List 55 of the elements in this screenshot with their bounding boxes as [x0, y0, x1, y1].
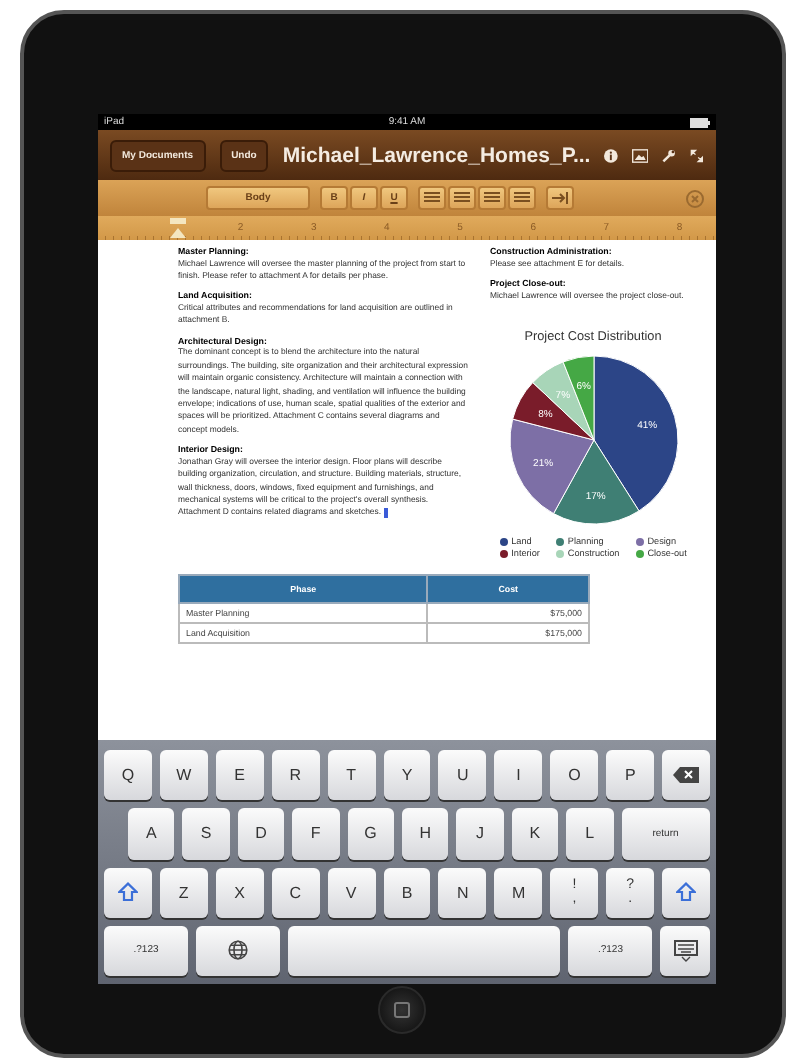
key[interactable]: A [128, 808, 175, 859]
shift-arrow-icon [676, 882, 697, 903]
key[interactable]: Y [383, 750, 431, 801]
globe-key[interactable] [196, 925, 281, 976]
expand-icon[interactable] [690, 145, 704, 165]
align-button[interactable] [478, 186, 506, 210]
key[interactable]: I [494, 750, 543, 801]
align-icon [454, 192, 470, 204]
key[interactable]: M [494, 867, 543, 918]
align-icon [424, 192, 440, 204]
picture-icon[interactable] [632, 145, 649, 165]
key[interactable]: S [182, 808, 230, 859]
key[interactable]: D [237, 808, 285, 859]
key[interactable]: V [327, 867, 376, 918]
backspace-icon [672, 766, 701, 785]
key[interactable]: G [347, 808, 394, 859]
tab-icon [552, 192, 568, 204]
key[interactable]: B [383, 867, 431, 918]
key[interactable]: F [292, 808, 340, 859]
key[interactable]: K [511, 808, 559, 859]
key[interactable]: L [566, 808, 614, 859]
document-title: Michael_Lawrence_Homes_P... [282, 143, 591, 167]
key[interactable]: Z [159, 867, 208, 918]
globe-icon [228, 940, 249, 961]
key[interactable]: C [271, 867, 320, 918]
key[interactable]: Q [104, 750, 152, 801]
key[interactable]: W [159, 750, 208, 801]
align-button[interactable] [448, 186, 476, 210]
key[interactable]: H [401, 808, 449, 859]
battery-icon [690, 117, 710, 127]
key[interactable]: R [271, 750, 320, 801]
key[interactable]: T [327, 750, 376, 801]
align-button[interactable] [418, 186, 446, 210]
shift-arrow-icon [117, 882, 138, 903]
key[interactable]: O [550, 750, 599, 801]
align-icon [484, 192, 500, 204]
shift-key[interactable] [104, 867, 152, 918]
tab-button[interactable] [546, 186, 574, 210]
key[interactable]: U [438, 750, 487, 801]
align-icon [514, 192, 530, 204]
indent-marker-icon[interactable] [168, 218, 188, 238]
space-bar[interactable] [288, 925, 561, 976]
align-button[interactable] [508, 186, 536, 210]
key[interactable]: P [606, 750, 655, 801]
key[interactable]: X [215, 867, 264, 918]
key[interactable]: N [438, 867, 487, 918]
shift-key[interactable] [662, 867, 710, 918]
wrench-icon[interactable] [662, 145, 677, 165]
key[interactable]: J [456, 808, 504, 859]
home-button[interactable] [378, 986, 426, 1034]
keyboard-icon [673, 939, 698, 962]
info-icon[interactable] [604, 145, 619, 165]
key[interactable]: E [215, 750, 264, 801]
hide-keyboard-key[interactable] [660, 925, 710, 976]
delete-key[interactable] [662, 750, 710, 801]
